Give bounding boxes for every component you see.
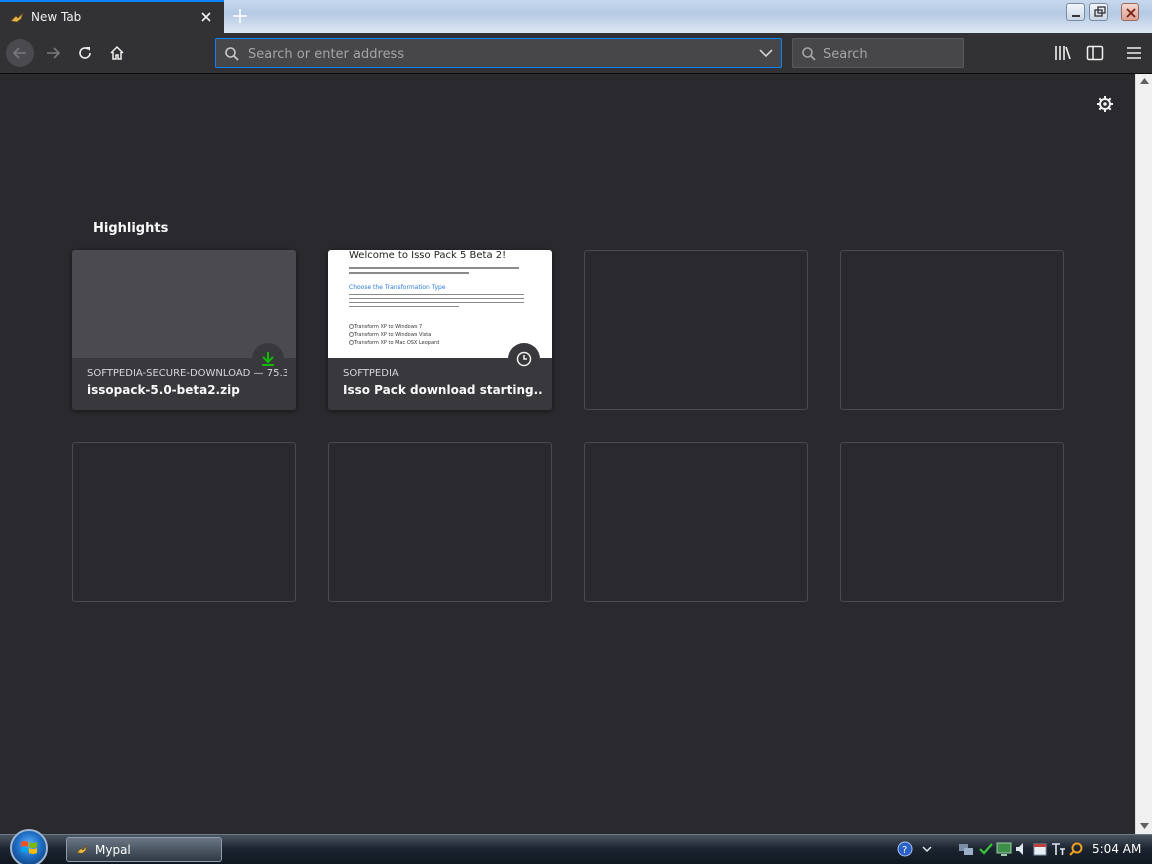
restore-icon [1094,6,1106,17]
clock-icon [516,351,532,367]
address-bar[interactable] [215,38,782,68]
new-tab-plus-icon[interactable] [231,7,249,25]
empty-highlight-slot [584,442,808,602]
mypal-bird-icon [76,845,88,854]
thumbnail-option: Transform XP to Windows 7 [354,324,423,330]
scroll-down-icon[interactable] [1140,823,1149,829]
reload-icon [79,47,91,59]
start-button[interactable] [10,829,48,864]
thumbnail-option: Transform XP to Mac OSX Leopard [354,340,440,346]
calendar-icon[interactable] [1032,841,1048,857]
taskbar-app-mypal[interactable]: Mypal [66,837,222,862]
text-input-icon[interactable] [1050,841,1066,857]
search-icon [225,47,239,61]
network-icon[interactable] [958,841,974,857]
thumbnail-subheading: Choose the Transformation Type [349,284,446,291]
thumbnail-option: Transform XP to Windows Vista [354,332,432,338]
thumbnail-text-line [349,298,524,299]
card-preview [72,250,296,358]
empty-highlight-slot [840,442,1064,602]
chevron-down-icon[interactable] [759,48,773,58]
vertical-scrollbar[interactable] [1135,74,1152,834]
hamburger-menu-icon[interactable] [1124,43,1144,63]
card-host: SOFTPEDIA-SECURE-DOWNLOAD — 75.3 … [87,368,287,379]
sidebar-icon[interactable] [1085,43,1105,63]
highlight-card-download[interactable]: SOFTPEDIA-SECURE-DOWNLOAD — 75.3 … issop… [72,250,296,410]
help-icon[interactable]: ? [897,841,913,857]
card-host: SOFTPEDIA [343,368,399,379]
library-icon[interactable] [1053,43,1073,63]
tray-expand-icon[interactable] [919,841,935,857]
thumbnail-text-line [349,306,459,307]
address-input[interactable] [248,45,748,63]
page-screenshot-thumbnail: Welcome to Isso Pack 5 Beta 2! Choose th… [328,250,552,358]
thumbnail-text-line [349,272,469,274]
volume-icon[interactable] [1014,841,1030,857]
system-clock[interactable]: 5:04 AM [1092,842,1141,856]
search-input[interactable] [823,45,953,63]
empty-highlight-slot [584,250,808,410]
mypal-bird-icon [10,12,24,23]
highlight-card-visited[interactable]: Welcome to Isso Pack 5 Beta 2! Choose th… [328,250,552,410]
search-bar[interactable] [792,38,964,68]
forward-button[interactable] [39,39,67,67]
search-icon [802,47,816,61]
card-title: Isso Pack download starting... [343,383,543,397]
home-icon [110,45,124,60]
tab-strip: New Tab [0,0,1152,33]
thumbnail-text-line [349,302,524,303]
close-window-button[interactable] [1121,3,1139,21]
minimize-button[interactable] [1066,3,1085,21]
reload-button[interactable] [71,39,99,67]
empty-highlight-slot [840,250,1064,410]
back-button[interactable] [6,39,34,67]
magnifier-icon[interactable] [1068,841,1084,857]
navigation-toolbar [0,33,1152,74]
close-tab-icon[interactable] [199,10,213,24]
tab-new-tab[interactable]: New Tab [0,0,224,33]
forward-arrow-icon [47,47,61,59]
minimize-icon [1072,15,1080,17]
thumbnail-heading: Welcome to Isso Pack 5 Beta 2! [349,250,507,261]
taskbar-app-label: Mypal [95,843,131,857]
new-tab-page: Highlights SOFTPEDIA-SECURE-DOWNLOAD — 7… [0,74,1135,834]
thumbnail-text-line [349,294,524,295]
highlights-heading: Highlights [93,221,169,236]
tab-title: New Tab [31,10,82,24]
empty-highlight-slot [72,442,296,602]
windows-logo-icon [21,841,37,854]
gear-icon[interactable] [1096,95,1114,113]
close-icon [1126,8,1136,18]
svg-text:?: ? [902,845,907,856]
empty-highlight-slot [328,442,552,602]
restore-button[interactable] [1089,3,1108,21]
thumbnail-text-line [349,267,519,269]
checkmark-shield-icon[interactable] [978,841,994,857]
home-button[interactable] [103,39,131,67]
card-title: issopack-5.0-beta2.zip [87,383,240,397]
scroll-up-icon[interactable] [1140,78,1149,84]
back-arrow-icon [12,47,26,59]
display-icon[interactable] [996,841,1012,857]
download-icon [262,352,274,366]
